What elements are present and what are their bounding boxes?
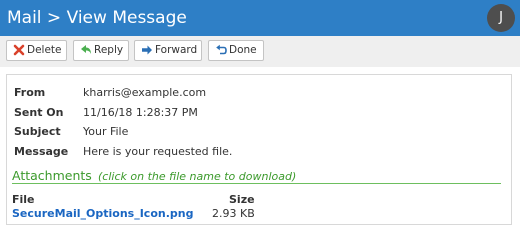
message-label: Message bbox=[14, 145, 69, 158]
attachment-file-link[interactable]: SecureMail_Options_Icon.png bbox=[12, 207, 193, 220]
message-body: Here is your requested file. bbox=[83, 145, 233, 158]
reply-arrow-icon bbox=[81, 45, 91, 54]
size-column-header: Size bbox=[229, 193, 255, 206]
x-icon bbox=[13, 44, 25, 56]
page-title: Mail > View Message bbox=[7, 8, 187, 28]
subject-value: Your File bbox=[83, 125, 129, 138]
sent-on-label: Sent On bbox=[14, 106, 64, 119]
forward-arrow-icon bbox=[142, 45, 152, 55]
user-avatar[interactable]: J bbox=[487, 4, 515, 32]
done-button[interactable]: Done bbox=[208, 40, 264, 61]
delete-button[interactable]: Delete bbox=[6, 40, 67, 61]
app-header: Mail > View Message J bbox=[0, 0, 520, 36]
reply-button[interactable]: Reply bbox=[73, 40, 129, 61]
reply-button-label: Reply bbox=[94, 44, 124, 56]
forward-button-label: Forward bbox=[155, 44, 198, 56]
return-arrow-icon bbox=[216, 44, 227, 55]
attachments-divider bbox=[12, 183, 501, 184]
file-column-header: File bbox=[12, 193, 35, 206]
from-label: From bbox=[14, 86, 46, 99]
attachments-heading: Attachments bbox=[12, 168, 92, 183]
delete-button-label: Delete bbox=[27, 44, 62, 56]
subject-label: Subject bbox=[14, 125, 61, 138]
forward-button[interactable]: Forward bbox=[134, 40, 202, 61]
from-value: kharris@example.com bbox=[83, 86, 207, 99]
done-button-label: Done bbox=[229, 44, 257, 56]
sent-on-value: 11/16/18 1:28:37 PM bbox=[83, 106, 198, 119]
attachment-file-size: 2.93 KB bbox=[212, 207, 255, 220]
attachments-hint: (click on the file name to download) bbox=[98, 170, 297, 183]
message-panel: From kharris@example.com Sent On 11/16/1… bbox=[6, 74, 512, 225]
